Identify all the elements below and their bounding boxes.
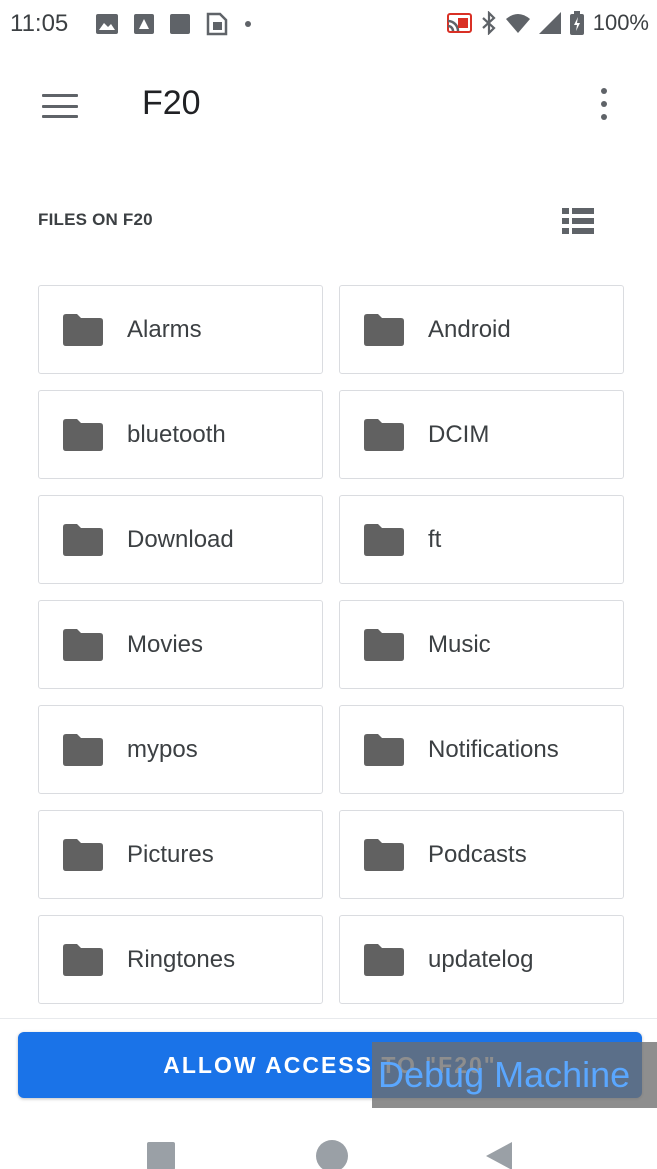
list-view-icon[interactable] [560,205,596,237]
folder-name: Notifications [428,735,559,763]
folder-tile[interactable]: Podcasts [339,810,624,899]
folder-icon [63,418,103,451]
overflow-dot [601,101,607,107]
folder-tile[interactable]: Notifications [339,705,624,794]
folder-icon [63,628,103,661]
notification-icons [96,12,252,36]
folder-name: Download [127,525,234,553]
menu-line [42,104,78,108]
square-icon [170,14,190,34]
folder-name: Ringtones [127,945,236,973]
folder-icon [364,523,404,556]
image-icon [134,14,154,34]
signal-icon [538,12,561,34]
status-bar: 11:05 100% [0,0,657,48]
folder-name: ft [428,525,442,553]
screen: 11:05 100% F20 FILES ON F20 Alarms Andro… [0,0,657,1169]
back-icon[interactable] [484,1140,514,1169]
folder-name: bluetooth [127,420,226,448]
sim-toolkit-icon [206,12,228,36]
folder-tile[interactable]: Android [339,285,624,374]
bluetooth-icon [481,11,496,35]
overflow-dot [601,88,607,94]
folder-name: mypos [127,735,198,763]
folder-name: Movies [127,630,204,658]
folder-tile[interactable]: ft [339,495,624,584]
more-vert-icon[interactable] [590,84,618,124]
folder-name: updatelog [428,945,534,973]
folder-tile[interactable]: Ringtones [38,915,323,1004]
section-header: FILES ON F20 [38,210,153,229]
folder-name: Music [428,630,491,658]
folder-tile[interactable]: Pictures [38,810,323,899]
folder-name: DCIM [428,420,490,448]
folder-icon [364,733,404,766]
folder-tile[interactable]: Movies [38,600,323,689]
app-bar: F20 [0,56,657,156]
folder-tile[interactable]: bluetooth [38,390,323,479]
folder-icon [364,838,404,871]
system-status-icons: 100% [446,10,649,36]
gallery-icon [96,14,118,34]
folder-grid: Alarms Android bluetooth DCIM Download ft Movi… [38,285,624,1004]
folder-tile[interactable]: Alarms [38,285,323,374]
page-title: F20 [142,84,201,122]
hamburger-menu-icon[interactable] [38,88,82,124]
recents-icon[interactable] [147,1142,175,1169]
folder-name: Android [428,315,511,343]
home-icon[interactable] [316,1140,348,1169]
folder-tile[interactable]: updatelog [339,915,624,1004]
status-time: 11:05 [10,10,69,37]
folder-icon [63,943,103,976]
debug-overlay-text: Debug Machine [378,1054,631,1095]
menu-line [42,115,78,118]
folder-tile[interactable]: DCIM [339,390,624,479]
folder-icon [63,523,103,556]
overflow-dot [601,114,607,120]
folder-icon [364,313,404,346]
folder-icon [364,418,404,451]
folder-tile[interactable]: Music [339,600,624,689]
wifi-icon [505,14,530,33]
folder-name: Alarms [127,315,202,343]
folder-icon [364,943,404,976]
menu-line [42,94,78,97]
folder-tile[interactable]: mypos [38,705,323,794]
folder-icon [63,733,103,766]
cast-icon [446,13,472,33]
folder-tile[interactable]: Download [38,495,323,584]
navigation-bar [0,1120,657,1169]
debug-overlay: Debug Machine [372,1042,657,1108]
dot-icon [245,21,251,27]
folder-icon [63,313,103,346]
folder-icon [364,628,404,661]
folder-icon [63,838,103,871]
bottom-divider [0,1018,657,1019]
battery-icon [569,11,584,35]
battery-percentage: 100% [592,10,649,35]
folder-name: Podcasts [428,840,527,868]
folder-name: Pictures [127,840,214,868]
